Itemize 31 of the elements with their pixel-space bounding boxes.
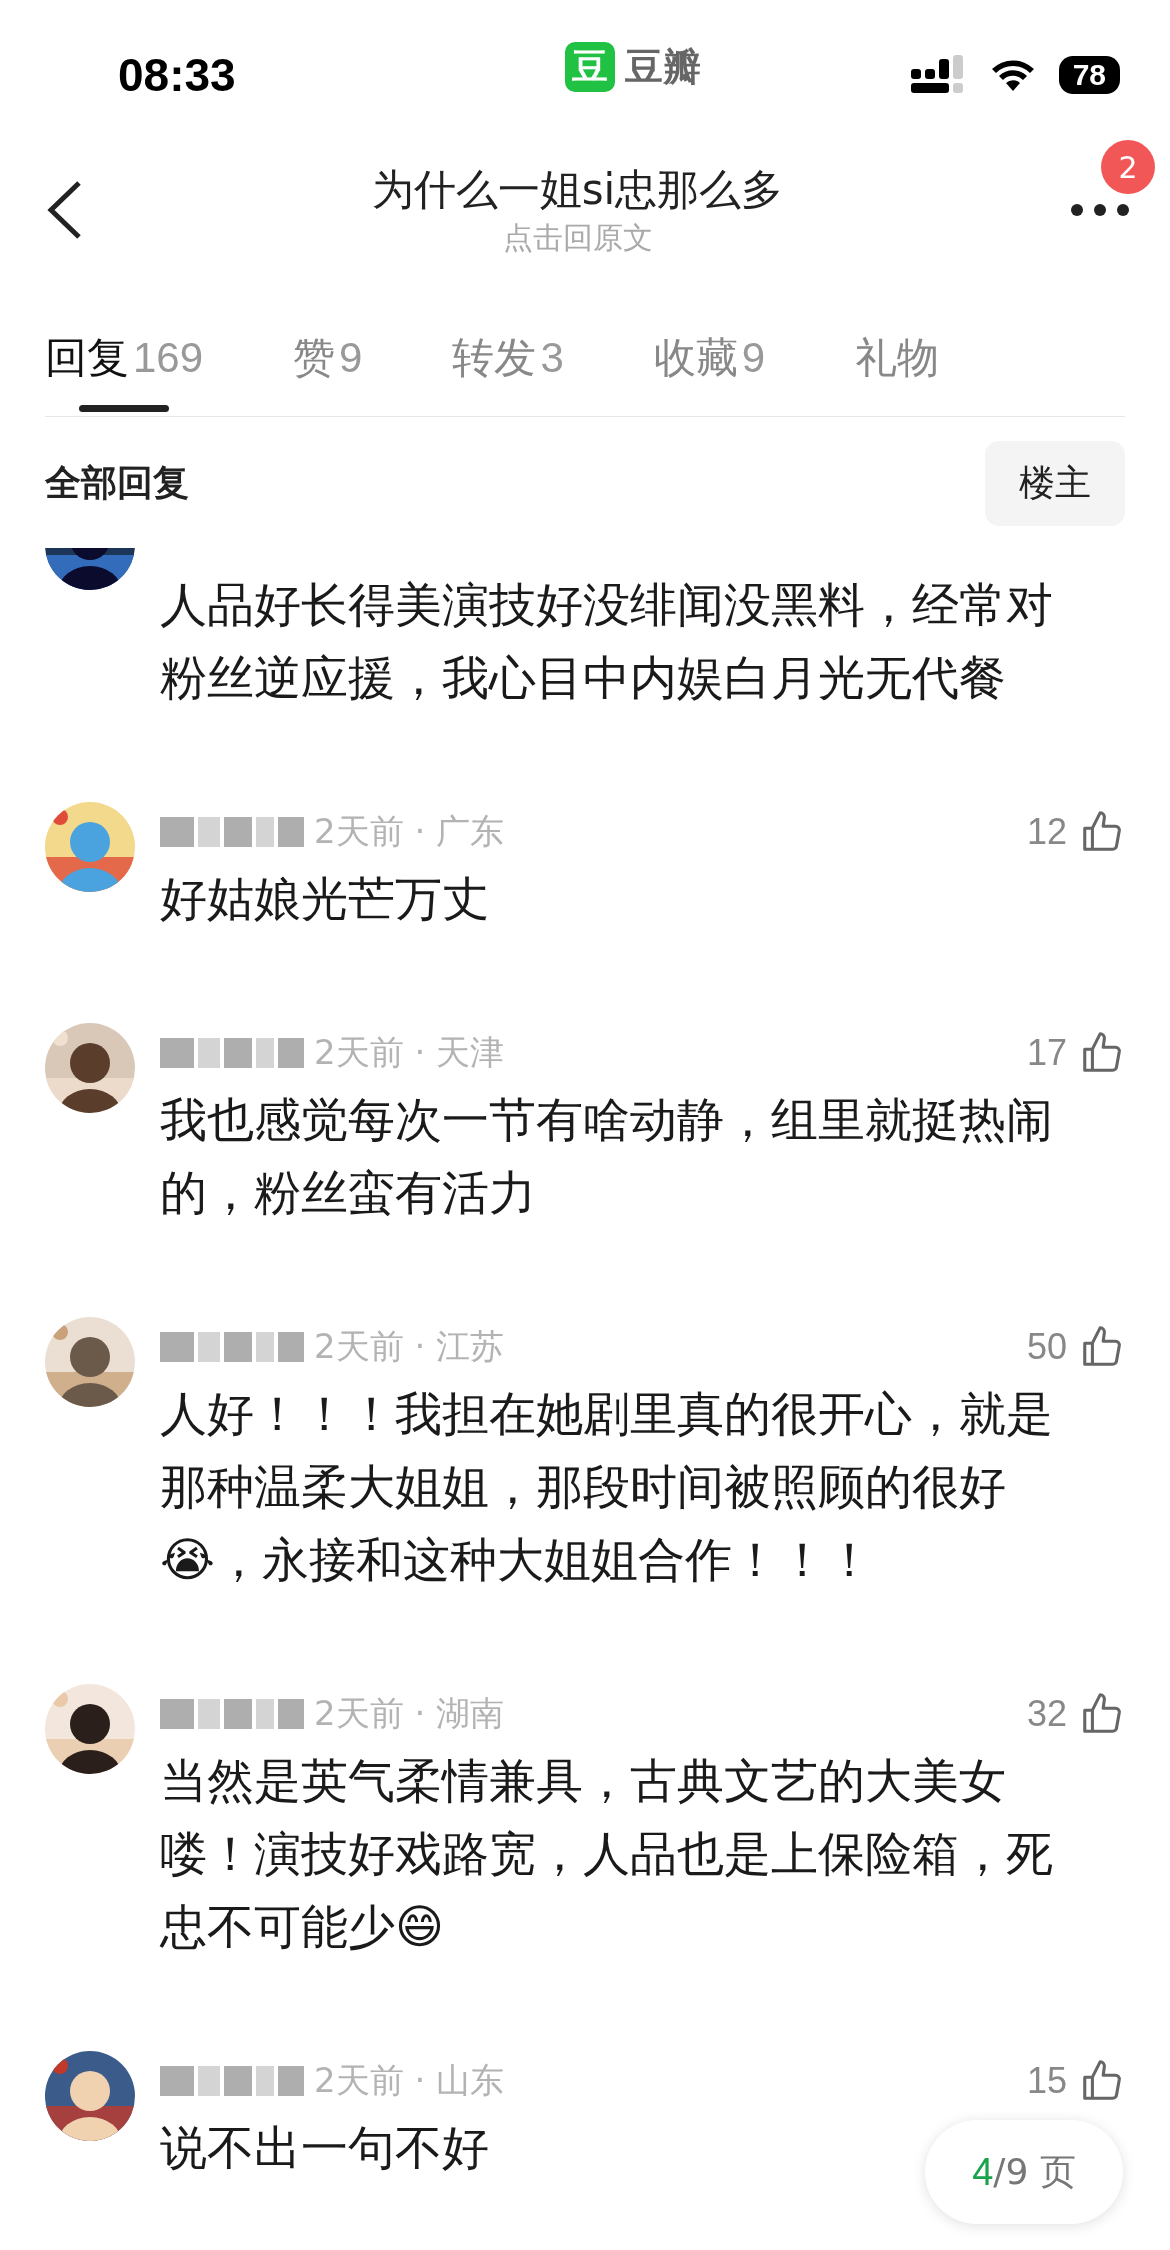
- comment-meta: 2天前 · 山东: [314, 2059, 505, 2102]
- page-indicator[interactable]: 4/9 页: [925, 2120, 1123, 2224]
- like-count: 12: [1026, 811, 1067, 853]
- like-count: 50: [1026, 1326, 1067, 1368]
- battery-level: 78: [1058, 56, 1120, 94]
- tab[interactable]: 收藏9: [653, 330, 766, 416]
- status-time: 08:33: [118, 48, 236, 102]
- comment-meta: 2天前 · 天津: [314, 1031, 505, 1074]
- like-count: 32: [1026, 1693, 1067, 1735]
- app-name: 豆瓣: [625, 43, 702, 91]
- comment-text: 当然是英气柔情兼具，古典文艺的大美女喽！演技好戏路宽，人品也是上保险箱，死忠不可能少😄: [160, 1752, 1054, 1956]
- comment-meta: 2天前 · 江苏: [314, 1325, 505, 1368]
- tab[interactable]: 礼物: [855, 330, 940, 416]
- comment-meta: 2天前 · 广东: [314, 810, 505, 853]
- comment-text: 人品好长得美演技好没绯闻没黑料，经常对粉丝逆应援，我心目中内娱白月光无代餐: [160, 576, 1054, 707]
- comment-text: 好姑娘光芒万丈: [160, 870, 489, 928]
- comment-text: 人好！！！我担在她剧里真的很开心，就是那种温柔大姐姐，那段时间被照顾的很好😭，永接和这种大姐姐合作！！！: [160, 1385, 1054, 1589]
- like-count: 15: [1026, 2060, 1067, 2102]
- app-logo: 豆: [565, 42, 616, 92]
- tab[interactable]: 转发3: [452, 330, 564, 416]
- comment-meta: 2天前 · 湖南: [314, 1692, 505, 1735]
- section-title: 全部回复: [45, 461, 189, 505]
- back-to-original-link[interactable]: 点击回原文: [502, 217, 653, 259]
- more-icon[interactable]: [1070, 203, 1130, 217]
- author-filter-button[interactable]: 楼主: [985, 441, 1125, 526]
- comment-text: 我也感觉每次一节有啥动静，组里就挺热闹的，粉丝蛮有活力: [160, 1091, 1054, 1222]
- notification-badge: 2: [1101, 140, 1155, 194]
- like-count: 17: [1026, 1032, 1067, 1074]
- tab[interactable]: 回复 169: [45, 330, 204, 416]
- page-title: 为什么一姐si忠那么多: [371, 163, 784, 216]
- comment-text: 说不出一句不好: [160, 2119, 489, 2177]
